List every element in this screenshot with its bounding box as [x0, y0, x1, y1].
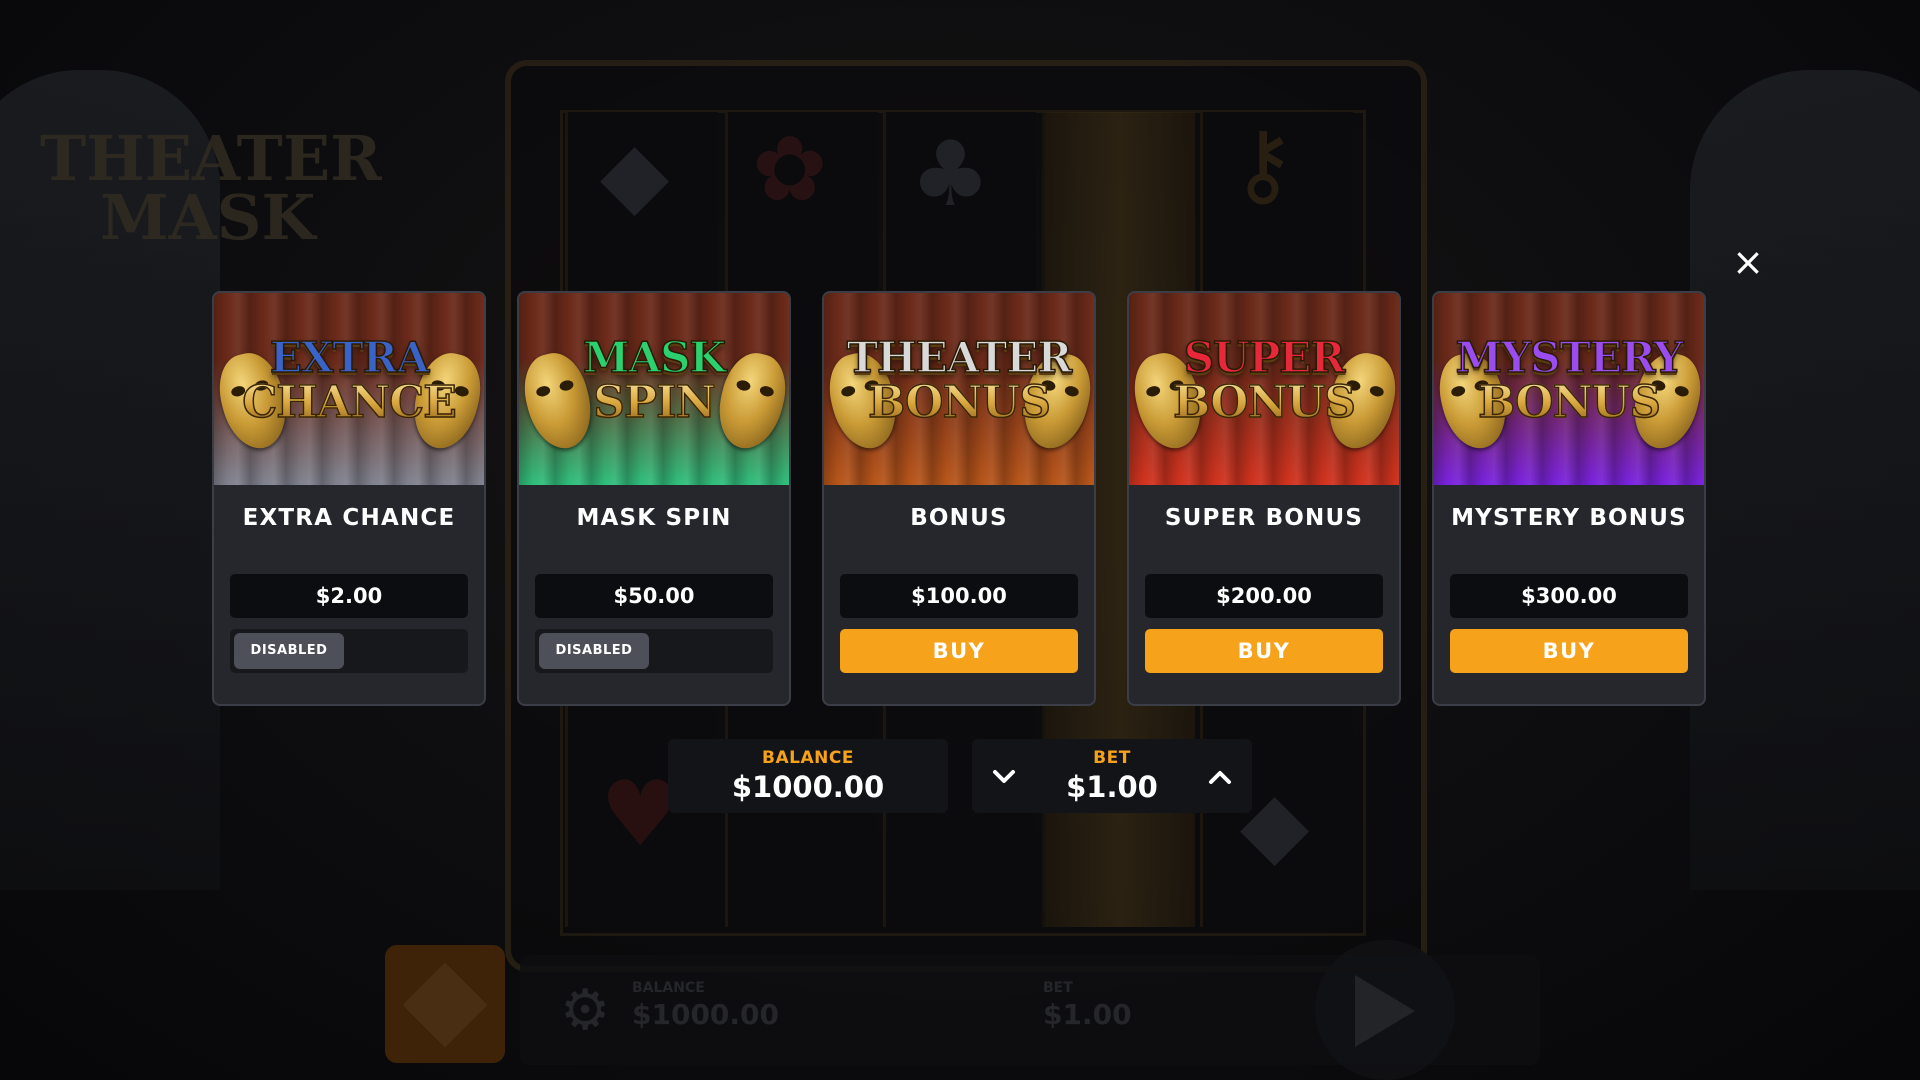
feature-price: $100.00 — [840, 574, 1078, 618]
feature-artwork: MASK SPIN — [519, 293, 789, 485]
artwork-logo-line1: THEATER — [846, 332, 1073, 383]
feature-action-slot: BUY — [840, 629, 1078, 673]
feature-price: $200.00 — [1145, 574, 1383, 618]
balance-value: $1000.00 — [731, 770, 885, 804]
balance-label: BALANCE — [762, 748, 854, 768]
feature-price: $50.00 — [535, 574, 773, 618]
artwork-logo-line1: SUPER — [1183, 332, 1346, 383]
feature-title: BONUS — [910, 505, 1008, 531]
disabled-badge: DISABLED — [234, 633, 344, 669]
feature-title: EXTRA CHANCE — [242, 505, 456, 531]
buy-mystery-bonus-button[interactable]: BUY — [1450, 629, 1688, 673]
bet-panel: BET $1.00 — [972, 739, 1252, 813]
artwork-logo-line2: BONUS — [824, 376, 1094, 429]
close-button[interactable]: × — [1728, 242, 1768, 282]
feature-action-slot: BUY — [1450, 629, 1688, 673]
artwork-logo-line1: EXTRA — [269, 332, 430, 383]
feature-card-super-bonus: SUPER BONUS SUPER BONUS $200.00 BUY — [1127, 291, 1401, 706]
artwork-logo-line2: BONUS — [1434, 376, 1704, 429]
artwork-logo-line1: MYSTERY — [1455, 332, 1684, 383]
feature-artwork: MYSTERY BONUS — [1434, 293, 1704, 485]
feature-card-bonus: THEATER BONUS BONUS $100.00 BUY — [822, 291, 1096, 706]
feature-action-slot: DISABLED — [535, 629, 773, 673]
feature-title: MASK SPIN — [576, 505, 732, 531]
feature-card-mystery-bonus: MYSTERY BONUS MYSTERY BONUS $300.00 BUY — [1432, 291, 1706, 706]
feature-title: MYSTERY BONUS — [1451, 505, 1687, 531]
artwork-logo-line2: BONUS — [1129, 376, 1399, 429]
feature-action-slot: DISABLED — [230, 629, 468, 673]
artwork-logo-line1: MASK — [582, 332, 726, 383]
artwork-logo-line2: CHANCE — [214, 376, 484, 429]
feature-price: $2.00 — [230, 574, 468, 618]
feature-title: SUPER BONUS — [1164, 505, 1364, 531]
artwork-logo-line2: SPIN — [519, 376, 789, 429]
feature-card-extra-chance: EXTRA CHANCE EXTRA CHANCE $2.00 DISABLED — [212, 291, 486, 706]
close-icon: × — [1732, 240, 1764, 284]
feature-card-mask-spin: MASK SPIN MASK SPIN $50.00 DISABLED — [517, 291, 791, 706]
feature-price: $300.00 — [1450, 574, 1688, 618]
chevron-up-icon[interactable] — [1202, 759, 1238, 795]
disabled-badge: DISABLED — [539, 633, 649, 669]
feature-artwork: SUPER BONUS — [1129, 293, 1399, 485]
feature-action-slot: BUY — [1145, 629, 1383, 673]
feature-artwork: EXTRA CHANCE — [214, 293, 484, 485]
buy-bonus-button[interactable]: BUY — [840, 629, 1078, 673]
balance-panel: BALANCE $1000.00 — [668, 739, 948, 813]
feature-artwork: THEATER BONUS — [824, 293, 1094, 485]
buy-super-bonus-button[interactable]: BUY — [1145, 629, 1383, 673]
